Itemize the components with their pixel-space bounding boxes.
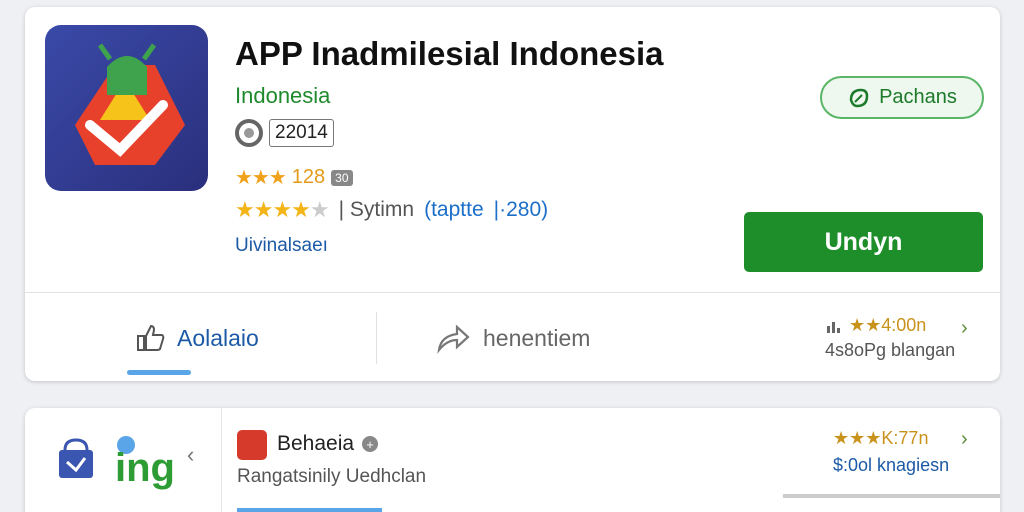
version-row: 22014 — [235, 119, 334, 147]
related-app-subtitle: Rangatsinily Uedhclan — [237, 466, 427, 487]
like-label: Aolalaio — [177, 324, 259, 351]
rating-link[interactable]: (taptte — [424, 198, 484, 222]
rating-text: | Sytimn — [338, 198, 415, 221]
related-app-name-row[interactable]: Behaeia + — [277, 432, 379, 456]
app-icon — [45, 25, 208, 191]
circle-icon — [235, 119, 263, 147]
related-app-name: Behaeia — [277, 432, 355, 455]
leaf-icon — [849, 88, 869, 107]
chevron-left-icon[interactable]: ‹ — [187, 442, 194, 468]
divider — [25, 292, 1000, 293]
shopping-bag-icon — [59, 438, 93, 478]
install-button[interactable]: Undyn — [744, 212, 983, 272]
related-app-icon — [237, 430, 267, 460]
sub-link[interactable]: Uivinalsaeı — [235, 235, 328, 257]
share-label: henentiem — [483, 324, 591, 351]
divider-vertical — [221, 408, 222, 512]
divider-vertical — [376, 312, 377, 364]
install-label: Undyn — [824, 227, 903, 256]
plus-icon[interactable]: + — [362, 436, 379, 452]
stats-panel: ★★4:00n 4s8oPg blangan — [825, 315, 975, 361]
stats-downloads: 4s8oPg blangan — [825, 340, 956, 360]
rating-small: ★★★ 128 30 — [235, 165, 353, 190]
like-button[interactable]: Aolalaio — [135, 322, 259, 354]
rating-small-badge: 30 — [331, 169, 353, 186]
rating-row: ★★★★★ | Sytimn (taptte |·280) — [235, 197, 548, 223]
chevron-right-icon[interactable]: › — [961, 428, 968, 451]
active-tab-indicator — [237, 508, 382, 512]
stats-rating: ★★4:00n — [849, 315, 927, 335]
purchase-label: Pachans — [879, 86, 957, 108]
related-price[interactable]: $:0ol knagiesn — [833, 455, 949, 476]
app-details-card: APP Inadmilesial Indonesia Indonesia 220… — [25, 7, 1000, 381]
related-card: ing ‹ Behaeia + Rangatsinily Uedhclan ★★… — [25, 408, 1000, 512]
purchase-button[interactable]: Pachans — [820, 76, 984, 119]
rating-stars: ★★★★★ — [235, 197, 330, 222]
rating-small-stars: ★★★ — [235, 167, 287, 189]
share-button[interactable]: henentiem — [435, 322, 590, 354]
app-title: APP Inadmilesial Indonesia — [235, 35, 664, 72]
scroll-indicator — [783, 494, 1000, 498]
share-arrow-icon — [437, 324, 470, 354]
chevron-right-icon[interactable]: › — [961, 317, 968, 340]
related-stats: ★★★K:77n $:0ol knagiesn — [833, 428, 949, 476]
rating-count: |·280) — [493, 198, 549, 221]
developer-name[interactable]: Indonesia — [235, 83, 330, 109]
brand-logo: ing — [115, 446, 175, 490]
thumbs-up-icon — [137, 324, 165, 351]
chart-icon — [827, 321, 840, 333]
rating-small-value: 128 — [291, 166, 326, 188]
related-rating: ★★★K:77n — [833, 428, 929, 448]
version-label: 22014 — [269, 119, 334, 147]
active-tab-indicator — [127, 370, 191, 375]
